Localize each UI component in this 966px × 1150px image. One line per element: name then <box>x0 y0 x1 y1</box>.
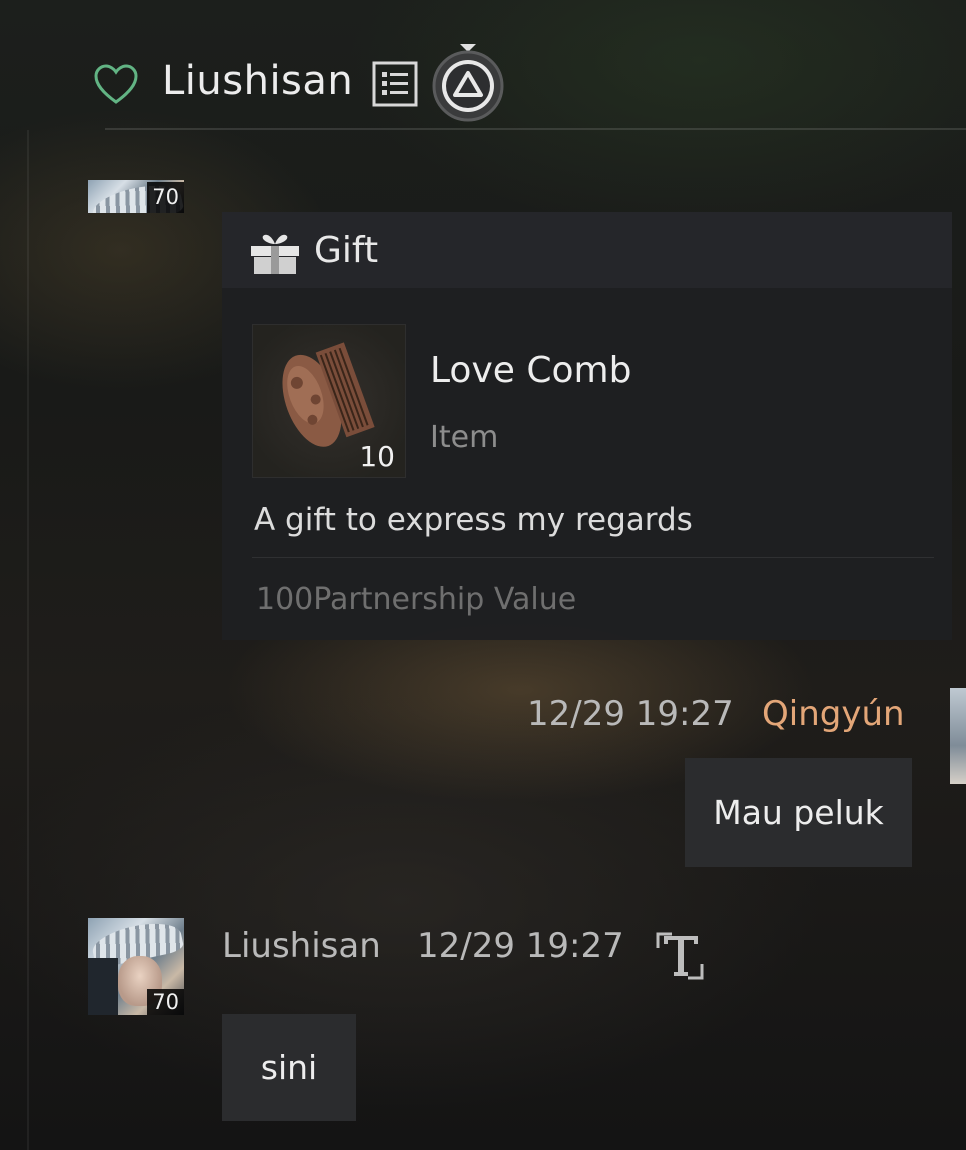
header-divider <box>105 128 966 130</box>
level-badge: 70 <box>147 989 184 1015</box>
item-type: Item <box>430 420 499 455</box>
contact-name: Liushisan <box>162 58 354 104</box>
chat-bubble: sini <box>222 1014 356 1121</box>
message-sender-name[interactable]: Liushisan <box>222 926 381 966</box>
triangle-button-icon[interactable] <box>430 42 506 122</box>
gift-box-icon <box>251 234 299 274</box>
left-rule <box>27 130 29 1150</box>
gift-title: Gift <box>314 230 379 271</box>
message-timestamp: 12/29 19:27 <box>527 694 734 734</box>
gift-divider <box>252 557 934 558</box>
item-slot[interactable]: 10 <box>252 324 406 478</box>
item-quantity: 10 <box>359 440 395 473</box>
message-text: Mau peluk <box>713 793 884 832</box>
list-icon[interactable] <box>371 60 419 108</box>
gift-card-header: Gift <box>222 212 952 288</box>
heart-outline-icon[interactable] <box>92 60 140 108</box>
chat-bubble: Mau peluk <box>685 758 912 867</box>
avatar[interactable] <box>950 688 966 784</box>
gift-card[interactable]: Gift 10 Love Comb Item A gift to express… <box>222 212 952 640</box>
avatar[interactable]: 70 <box>88 180 184 213</box>
level-badge: 70 <box>147 182 184 213</box>
avatar[interactable]: 70 <box>88 918 184 1015</box>
message-sender-name[interactable]: Qingyún <box>762 694 905 734</box>
gift-description: A gift to express my regards <box>254 502 693 538</box>
translate-icon[interactable] <box>654 930 706 982</box>
chat-header: Liushisan <box>0 0 966 130</box>
item-name: Love Comb <box>430 350 632 391</box>
message-text: sini <box>260 1048 318 1087</box>
partnership-value: 100Partnership Value <box>256 582 577 617</box>
message-timestamp: 12/29 19:27 <box>417 926 624 966</box>
avatar-hair <box>88 958 118 1015</box>
